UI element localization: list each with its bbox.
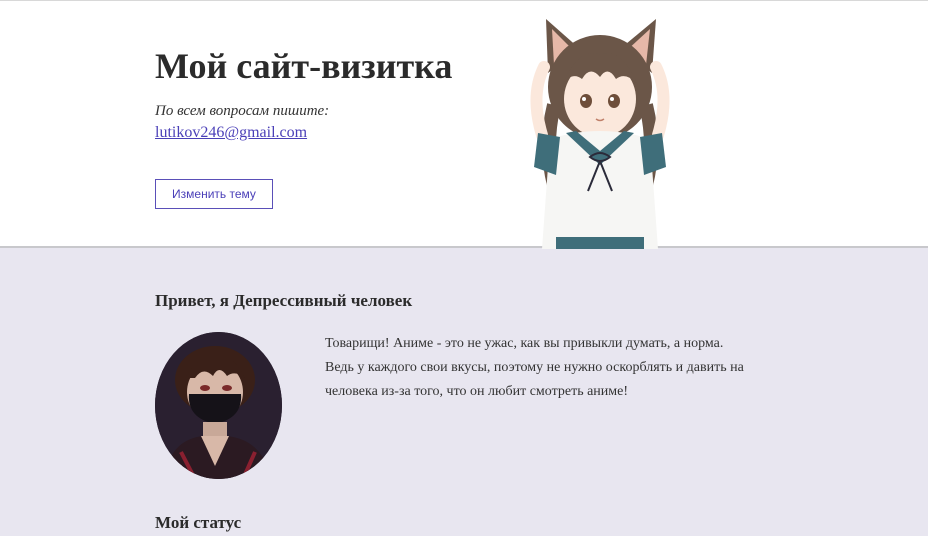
contact-email-link[interactable]: lutikov246@gmail.com — [155, 124, 307, 142]
profile-about-text: Товарищи! Аниме - это не ужас, как вы пр… — [325, 336, 744, 399]
header: Мой сайт-визитка По всем вопросам пишите… — [0, 0, 928, 249]
status-heading: Мой статус — [155, 513, 242, 532]
contact-label: По всем вопросам пишите: — [155, 103, 330, 119]
change-theme-button[interactable]: Изменить тему — [155, 179, 273, 209]
profile-greeting: Привет, я Депрессивный человек — [155, 291, 413, 310]
anime-girl-illustration — [530, 19, 670, 249]
site-title: Мой сайт-визитка — [155, 46, 453, 86]
main-content: Привет, я Депрессивный человек Товарищи!… — [0, 250, 928, 536]
profile-avatar — [155, 332, 282, 479]
